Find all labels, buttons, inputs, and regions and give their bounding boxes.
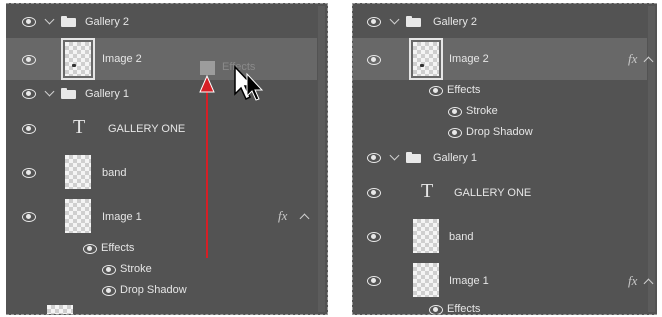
layers-panel-before: Gallery 2 Image 2 Gallery 1 T GALLERY ON… xyxy=(6,3,328,315)
effect-name: Drop Shadow xyxy=(466,126,533,138)
folder-icon xyxy=(406,16,421,27)
eye-icon[interactable] xyxy=(367,232,381,242)
fx-icon[interactable]: fx xyxy=(628,273,637,289)
eye-icon[interactable] xyxy=(448,107,462,117)
layer-name: band xyxy=(449,231,474,243)
eye-icon[interactable] xyxy=(367,153,381,163)
layer-name: Gallery 2 xyxy=(433,16,478,28)
effects-row[interactable]: Effects xyxy=(353,302,647,315)
eye-icon[interactable] xyxy=(367,188,381,198)
drag-overlay xyxy=(199,65,264,258)
eye-icon[interactable] xyxy=(367,17,381,27)
drag-arrow-head xyxy=(199,74,215,93)
eye-icon[interactable] xyxy=(429,305,443,314)
effect-row-drop-shadow[interactable]: Drop Shadow xyxy=(353,124,647,142)
layer-row-gallery-1[interactable]: Gallery 1 xyxy=(353,148,647,168)
effect-name: Stroke xyxy=(466,105,498,117)
layer-row-gallery-2[interactable]: Gallery 2 xyxy=(353,12,647,32)
effects-label: Effects xyxy=(447,84,481,96)
eye-icon[interactable] xyxy=(367,276,381,286)
text-layer-icon: T xyxy=(421,180,434,202)
folder-icon xyxy=(406,152,421,163)
chevron-down-icon[interactable] xyxy=(389,14,400,25)
layer-name: Gallery 1 xyxy=(433,152,478,164)
layer-row-gallery-one-text[interactable]: T GALLERY ONE xyxy=(353,178,647,208)
chevron-down-icon[interactable] xyxy=(389,150,400,161)
effects-row[interactable]: Effects xyxy=(353,82,647,100)
eye-icon[interactable] xyxy=(367,55,381,65)
layer-row-image-1[interactable]: Image 1 fx xyxy=(353,260,654,300)
layer-row-image-2[interactable]: Image 2 fx xyxy=(353,38,654,80)
layer-thumbnail xyxy=(413,219,439,253)
layer-name: Image 1 xyxy=(449,275,489,287)
layer-name: GALLERY ONE xyxy=(454,187,532,199)
eye-icon[interactable] xyxy=(448,128,462,138)
fx-icon[interactable]: fx xyxy=(628,51,637,67)
layer-thumbnail xyxy=(413,263,439,297)
layer-name: Image 2 xyxy=(449,53,489,65)
layers-panel-after: Gallery 2 Image 2 fx Effects Stroke Drop… xyxy=(352,3,657,315)
layer-row-band[interactable]: band xyxy=(353,216,647,256)
effect-row-stroke[interactable]: Stroke xyxy=(353,103,647,121)
eye-icon[interactable] xyxy=(429,86,443,96)
effects-label: Effects xyxy=(447,303,481,315)
layer-thumbnail xyxy=(409,38,443,80)
scrollbar[interactable] xyxy=(648,6,655,312)
